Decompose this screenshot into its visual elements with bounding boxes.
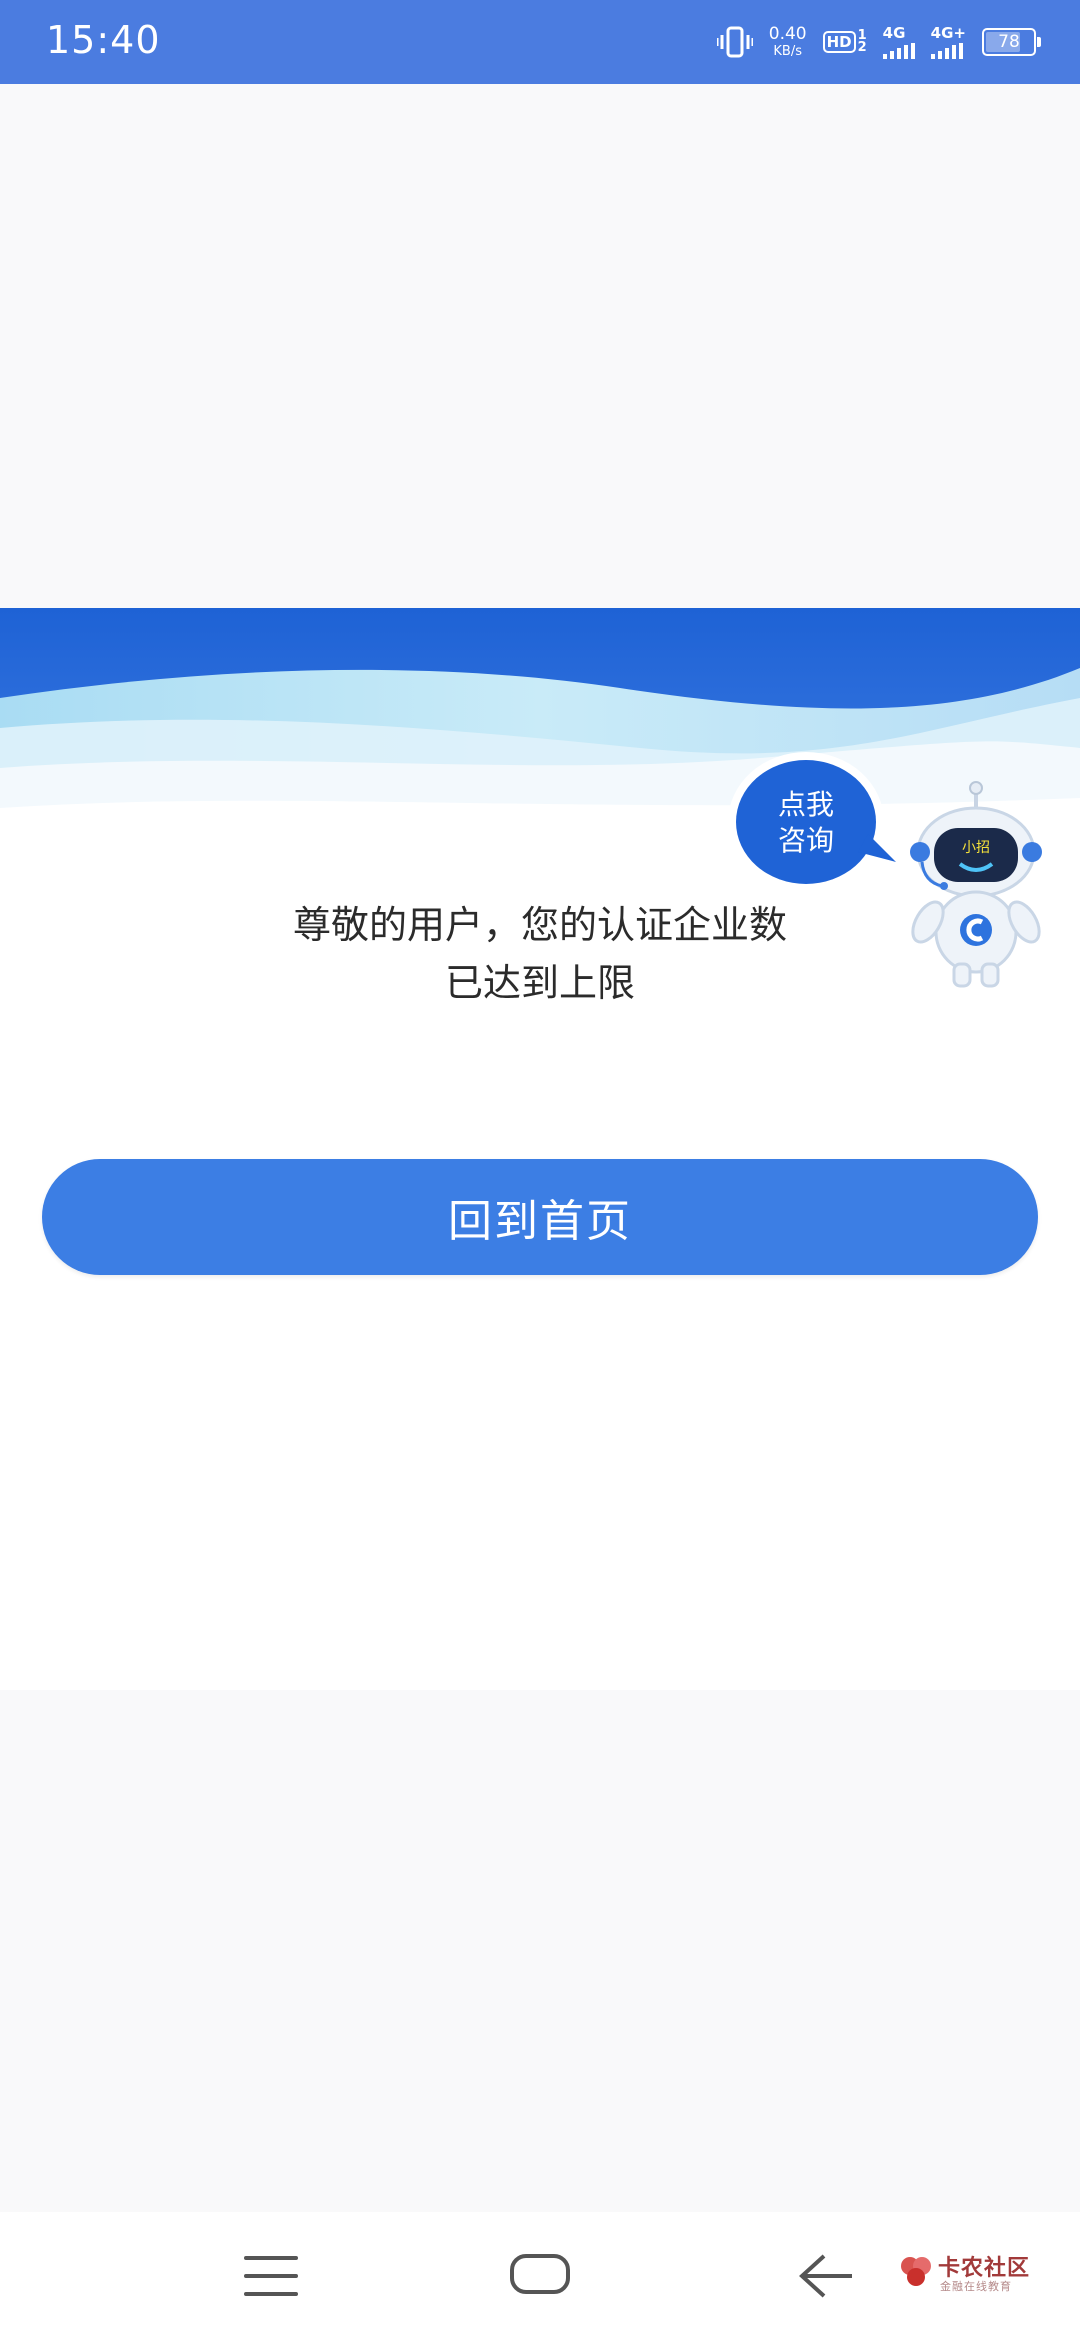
menu-line-icon bbox=[244, 2292, 298, 2296]
screen: 15:40 0.40 KB/s HD 1 2 4G 4G+ 78 点我 咨询 小… bbox=[0, 0, 1080, 2340]
battery-icon: 78 bbox=[982, 28, 1041, 56]
limit-message: 尊敬的用户，您的认证企业数 已达到上限 bbox=[240, 896, 840, 1012]
limit-message-line1: 尊敬的用户，您的认证企业数 bbox=[292, 903, 787, 947]
vibrate-icon bbox=[716, 26, 753, 58]
watermark-logo-icon bbox=[901, 2257, 931, 2286]
network-speed-unit: KB/s bbox=[773, 44, 802, 59]
recent-apps-button[interactable] bbox=[244, 2256, 298, 2296]
status-bar: 15:40 0.40 KB/s HD 1 2 4G 4G+ 78 bbox=[0, 0, 1080, 84]
signal-sim1-label: 4G bbox=[882, 23, 906, 42]
limit-message-line2: 已达到上限 bbox=[444, 961, 635, 1005]
sim-indicators: 1 2 bbox=[857, 28, 867, 55]
signal-bars-icon bbox=[930, 42, 963, 59]
watermark-subtext: 金融在线教育 bbox=[940, 2280, 1012, 2293]
network-speed-value: 0.40 bbox=[768, 24, 807, 44]
signal-sim1: 4G bbox=[882, 23, 915, 59]
signal-sim2-label: 4G+ bbox=[930, 23, 966, 42]
bubble-text-line1: 点我 bbox=[778, 788, 834, 821]
hd-label: HD bbox=[822, 31, 856, 53]
content-area bbox=[0, 900, 1080, 1690]
battery-level: 78 bbox=[998, 32, 1020, 52]
signal-bars-icon bbox=[882, 42, 915, 59]
home-button[interactable] bbox=[510, 2254, 570, 2294]
signal-sim2: 4G+ bbox=[930, 23, 966, 59]
sim2-label: 2 bbox=[857, 40, 867, 55]
back-arrow-icon[interactable] bbox=[796, 2252, 856, 2300]
network-speed: 0.40 KB/s bbox=[768, 24, 807, 59]
watermark: 卡农社区 金融在线教育 bbox=[898, 2250, 1058, 2300]
back-to-home-button[interactable]: 回到首页 bbox=[42, 1159, 1038, 1275]
hd-badge: HD 1 2 bbox=[822, 28, 867, 55]
menu-line-icon bbox=[244, 2256, 298, 2260]
status-icons: 0.40 KB/s HD 1 2 4G 4G+ 78 bbox=[716, 20, 1041, 64]
bubble-text-line2: 咨询 bbox=[778, 824, 834, 857]
menu-line-icon bbox=[244, 2274, 298, 2278]
status-time: 15:40 bbox=[46, 18, 161, 62]
robot-badge-text: 小招 bbox=[962, 840, 990, 856]
